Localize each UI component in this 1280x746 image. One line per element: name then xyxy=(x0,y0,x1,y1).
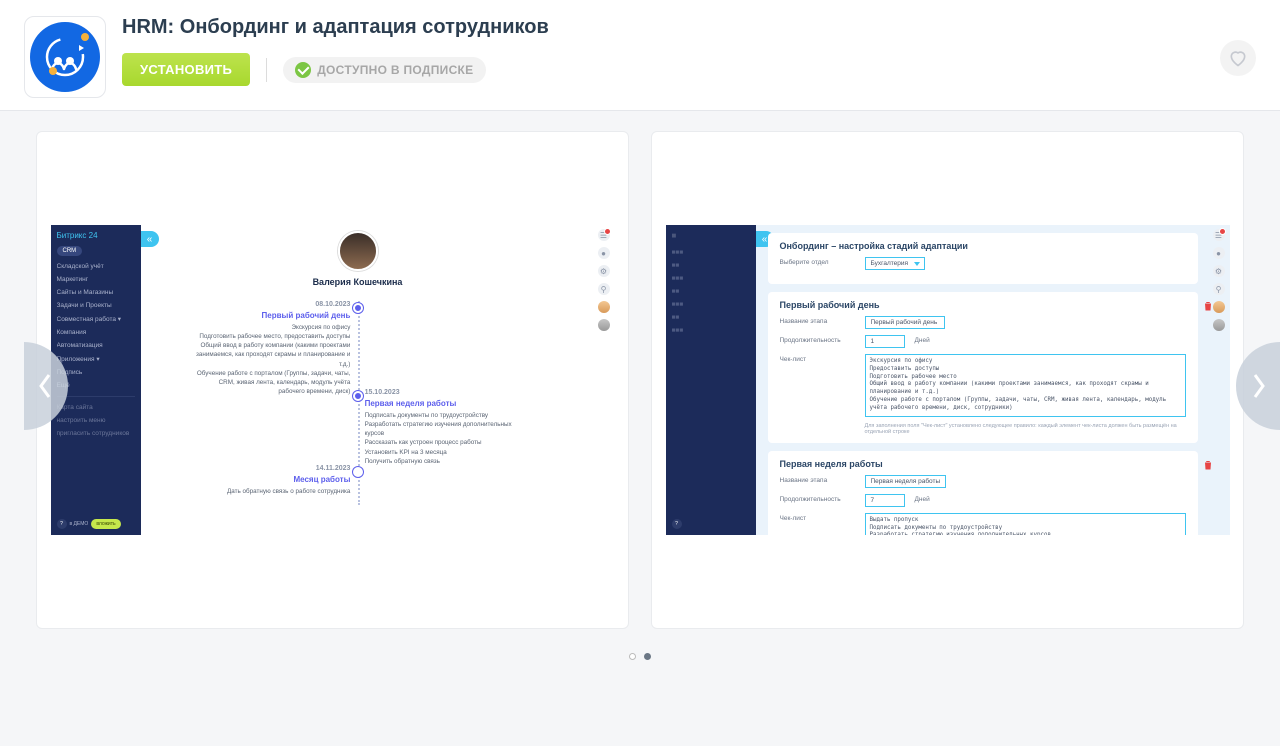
duration-input: 7 xyxy=(865,494,905,507)
gear-icon: ⚙ xyxy=(598,265,610,277)
checklist-textarea: Экскурсия по офису Предоставить доступы … xyxy=(865,354,1186,417)
chevron-left-icon xyxy=(36,371,56,401)
onboarding-icon xyxy=(43,35,87,79)
notifications-icon: ☰ xyxy=(1213,229,1225,241)
dot[interactable] xyxy=(629,653,636,660)
presence-icon: ● xyxy=(598,247,610,259)
gear-icon: ⚙ xyxy=(1213,265,1225,277)
mock-rightbar: ☰ ● ⚙ ⚲ xyxy=(595,227,613,331)
app-header: HRM: Онбординг и адаптация сотрудников У… xyxy=(0,0,1280,111)
stage-title: Первая неделя работы xyxy=(780,459,1186,469)
subscription-label: ДОСТУПНО В ПОДПИСКЕ xyxy=(317,63,473,77)
panel-title: Онбординг – настройка стадий адаптации xyxy=(780,241,1186,251)
heart-icon xyxy=(1228,48,1248,68)
screenshot-gallery: Битрикс 24 CRM Складской учёт Маркетинг … xyxy=(0,111,1280,660)
timeline-dot xyxy=(353,303,363,313)
screenshot-card[interactable]: ■ ■■■■■ ■■■■■ ■■■■■ ■■■ ? « ☰ ● ⚙ ⚲ xyxy=(651,131,1244,629)
screenshot-mock-timeline: Битрикс 24 CRM Складской учёт Маркетинг … xyxy=(51,225,615,535)
department-select: Бухгалтерия xyxy=(865,257,925,270)
slide-indicator xyxy=(36,653,1244,660)
presence-icon: ● xyxy=(1213,247,1225,259)
mock-sidebar: ■ ■■■■■ ■■■■■ ■■■■■ ■■■ ? xyxy=(666,225,756,535)
duration-input: 1 xyxy=(865,335,905,348)
onboarding-timeline: 08.10.2023 Первый рабочий день Экскурсия… xyxy=(181,301,535,505)
setup-panel: Онбординг – настройка стадий адаптации В… xyxy=(768,233,1198,284)
app-logo xyxy=(24,16,106,98)
dot-active[interactable] xyxy=(644,653,651,660)
trash-icon xyxy=(1202,459,1214,471)
stage-name-input: Первая неделя работы xyxy=(865,475,947,488)
subscription-badge: ДОСТУПНО В ПОДПИСКЕ xyxy=(283,57,485,83)
search-icon: ⚲ xyxy=(598,283,610,295)
screenshot-card[interactable]: Битрикс 24 CRM Складской учёт Маркетинг … xyxy=(36,131,629,629)
chevron-right-icon xyxy=(1248,371,1268,401)
divider xyxy=(266,58,267,82)
stage-title: Первый рабочий день xyxy=(780,300,1186,310)
field-note: Для заполнения поля "Чек-лист" установле… xyxy=(865,423,1186,435)
app-title: HRM: Онбординг и адаптация сотрудников xyxy=(122,16,549,39)
timeline-dot xyxy=(353,467,363,477)
stage-panel: Первая неделя работы Название этапаПерва… xyxy=(768,451,1198,535)
avatar-icon xyxy=(598,301,610,313)
avatar-icon xyxy=(598,319,610,331)
favorite-button[interactable] xyxy=(1220,40,1256,76)
field-label: Выберите отдел xyxy=(780,257,855,266)
collapse-sidebar-icon: « xyxy=(141,231,159,247)
notifications-icon: ☰ xyxy=(598,229,610,241)
screenshot-mock-settings: ■ ■■■■■ ■■■■■ ■■■■■ ■■■ ? « ☰ ● ⚙ ⚲ xyxy=(666,225,1230,535)
stage-name-input: Первый рабочий день xyxy=(865,316,945,329)
trash-icon xyxy=(1202,300,1214,312)
avatar-icon xyxy=(1213,319,1225,331)
employee-name: Валерия Кошечкина xyxy=(313,277,403,287)
search-icon: ⚲ xyxy=(1213,283,1225,295)
check-icon xyxy=(295,62,311,78)
avatar-icon xyxy=(1213,301,1225,313)
employee-avatar xyxy=(338,231,378,271)
mock-rightbar: ☰ ● ⚙ ⚲ xyxy=(1210,227,1228,331)
stage-panel: Первый рабочий день Название этапаПервый… xyxy=(768,292,1198,443)
timeline-dot xyxy=(353,391,363,401)
checklist-textarea: Выдать пропуск Подписать документы по тр… xyxy=(865,513,1186,535)
install-button[interactable]: УСТАНОВИТЬ xyxy=(122,53,250,86)
